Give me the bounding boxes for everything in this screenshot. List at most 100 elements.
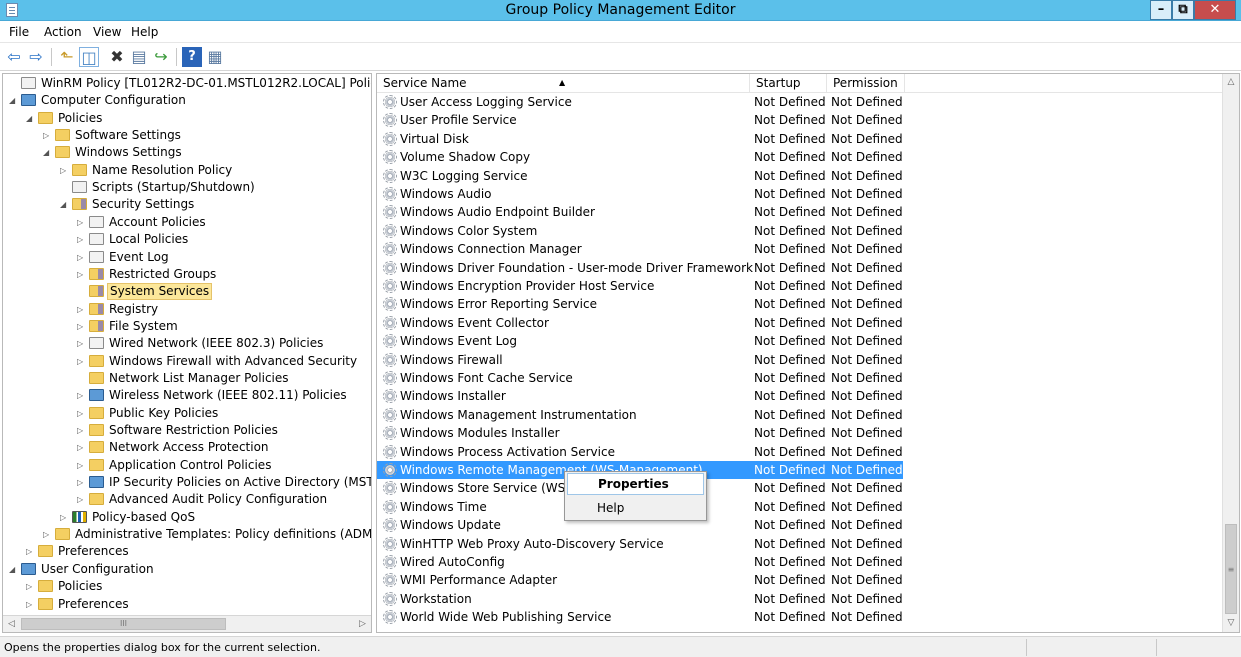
table-row[interactable]: Windows Store Service (WSService) Not Def…: [377, 479, 1222, 497]
export-list-icon[interactable]: ↪: [151, 47, 171, 67]
tree-node[interactable]: ▷ Event Log: [77, 249, 171, 266]
tree-node[interactable]: ◢ Computer Configuration: [9, 92, 188, 109]
services-list-pane[interactable]: Service Name ▲ Startup Permission User A…: [376, 73, 1240, 633]
tree-node[interactable]: ▷ Wired Network (IEEE 802.3) Policies: [77, 335, 325, 352]
expander-icon[interactable]: ▷: [77, 422, 87, 439]
table-row[interactable]: WMI Performance Adapter Not Defined Not De…: [377, 571, 1222, 589]
expander-icon[interactable]: ▷: [77, 214, 87, 231]
tree-node[interactable]: Scripts (Startup/Shutdown): [60, 179, 257, 196]
table-row[interactable]: Windows Event Collector Not Defined Not De…: [377, 314, 1222, 332]
table-row[interactable]: Windows Audio Endpoint Builder Not Define…: [377, 203, 1222, 221]
table-row[interactable]: Windows Error Reporting Service Not Defin…: [377, 295, 1222, 313]
minimize-button[interactable]: –: [1150, 0, 1172, 20]
table-row[interactable]: User Profile Service Not Defined Not Defin…: [377, 111, 1222, 129]
table-row[interactable]: WinHTTP Web Proxy Auto-Discovery Service…: [377, 535, 1222, 553]
menu-item-properties[interactable]: Properties: [567, 473, 704, 495]
console-icon[interactable]: ▦: [205, 47, 225, 67]
close-button[interactable]: ✕: [1194, 0, 1236, 20]
expander-icon[interactable]: ▷: [77, 405, 87, 422]
help-icon[interactable]: ?: [182, 47, 202, 67]
tree-node[interactable]: ▷ IP Security Policies on Active Director…: [77, 474, 371, 491]
expander-icon[interactable]: ▷: [77, 457, 87, 474]
tree-node[interactable]: ▷ Account Policies: [77, 214, 208, 231]
console-tree-pane[interactable]: WinRM Policy [TL012R2-DC-01.MSTL012R2.LO…: [2, 73, 372, 633]
tree-node[interactable]: ◢ User Configuration: [9, 561, 156, 578]
tree-node[interactable]: ▷ Administrative Templates: Policy defini…: [43, 526, 371, 543]
table-row[interactable]: Windows Update Not Defined Not Defined: [377, 516, 1222, 534]
expander-icon[interactable]: ▷: [26, 543, 36, 560]
vertical-scrollbar[interactable]: △ ≡ ▽: [1222, 74, 1239, 632]
show-hide-tree-icon[interactable]: ◫: [79, 47, 99, 67]
expander-icon[interactable]: ▷: [77, 301, 87, 318]
delete-icon[interactable]: ✖: [107, 47, 127, 67]
table-row[interactable]: W3C Logging Service Not Defined Not Define…: [377, 167, 1222, 185]
tree-node[interactable]: ▷ Policies: [26, 578, 104, 595]
table-row[interactable]: Windows Driver Foundation - User-mode Dr…: [377, 259, 1222, 277]
tree-node[interactable]: WinRM Policy [TL012R2-DC-01.MSTL012R2.LO…: [9, 75, 371, 92]
back-arrow-icon[interactable]: ⇦: [4, 47, 24, 67]
tree-node[interactable]: ▷ Wireless Network (IEEE 802.11) Policies: [77, 387, 349, 404]
expander-icon[interactable]: ▷: [77, 266, 87, 283]
tree-node[interactable]: ▷ Public Key Policies: [77, 405, 220, 422]
tree-node[interactable]: ◢ Windows Settings: [43, 144, 184, 161]
tree-node[interactable]: ▷ File System: [77, 318, 180, 335]
tree-node[interactable]: ▷ Software Settings: [43, 127, 183, 144]
tree-node[interactable]: ◢ Policies: [26, 110, 104, 127]
tree-node[interactable]: ▷ Windows Firewall with Advanced Security: [77, 353, 359, 370]
scroll-thumb[interactable]: III: [21, 618, 226, 630]
menu-file[interactable]: File: [9, 25, 29, 39]
expander-icon[interactable]: ▷: [26, 578, 36, 595]
expander-icon[interactable]: ▷: [77, 353, 87, 370]
tree-node[interactable]: ▷ Local Policies: [77, 231, 190, 248]
scroll-down-arrow[interactable]: ▽: [1223, 615, 1239, 632]
column-permission[interactable]: Permission: [827, 74, 905, 93]
tree-node[interactable]: ▷ Preferences: [26, 596, 131, 613]
maximize-button[interactable]: ⧉: [1172, 0, 1194, 20]
tree-node[interactable]: ▷ Application Control Policies: [77, 457, 273, 474]
expander-icon[interactable]: ▷: [77, 318, 87, 335]
table-row[interactable]: Windows Management Instrumentation Not De…: [377, 406, 1222, 424]
expander-icon[interactable]: ▷: [77, 491, 87, 508]
expander-icon[interactable]: ▷: [77, 231, 87, 248]
tree-node[interactable]: ▷ Advanced Audit Policy Configuration: [77, 491, 329, 508]
expander-icon[interactable]: ▷: [43, 526, 53, 543]
tree-node[interactable]: ▷ Software Restriction Policies: [77, 422, 280, 439]
table-row[interactable]: Windows Time Not Defined Not Defined: [377, 498, 1222, 516]
horizontal-scrollbar[interactable]: ◁ III ▷: [3, 615, 371, 632]
table-row[interactable]: Windows Firewall Not Defined Not Defined: [377, 351, 1222, 369]
table-row[interactable]: Virtual Disk Not Defined Not Defined: [377, 130, 1222, 148]
table-row[interactable]: Windows Encryption Provider Host Service…: [377, 277, 1222, 295]
expander-icon[interactable]: ◢: [43, 144, 53, 161]
tree-node[interactable]: ▷ Preferences: [26, 543, 131, 560]
forward-arrow-icon[interactable]: ⇨: [26, 47, 46, 67]
expander-icon[interactable]: ▷: [77, 474, 87, 491]
expander-icon[interactable]: ▷: [77, 249, 87, 266]
scroll-thumb[interactable]: ≡: [1225, 524, 1237, 614]
table-row[interactable]: World Wide Web Publishing Service Not Def…: [377, 608, 1222, 626]
table-row[interactable]: Windows Event Log Not Defined Not Defined: [377, 332, 1222, 350]
expander-icon[interactable]: ▷: [77, 335, 87, 352]
table-row[interactable]: Windows Process Activation Service Not De…: [377, 443, 1222, 461]
table-row[interactable]: Volume Shadow Copy Not Defined Not Defined: [377, 148, 1222, 166]
expander-icon[interactable]: ▷: [60, 162, 70, 179]
tree-node[interactable]: ▷ Registry: [77, 301, 160, 318]
tree-node[interactable]: Network List Manager Policies: [77, 370, 291, 387]
expander-icon[interactable]: ◢: [9, 92, 19, 109]
tree-node[interactable]: ▷ Network Access Protection: [77, 439, 271, 456]
table-row[interactable]: Windows Audio Not Defined Not Defined: [377, 185, 1222, 203]
table-row[interactable]: Windows Installer Not Defined Not Defined: [377, 387, 1222, 405]
scroll-left-arrow[interactable]: ◁: [3, 616, 20, 632]
column-service-name[interactable]: Service Name ▲: [377, 74, 750, 93]
scroll-right-arrow[interactable]: ▷: [354, 616, 371, 632]
properties-icon[interactable]: ▤: [129, 47, 149, 67]
up-folder-icon[interactable]: ⬑: [57, 47, 77, 67]
table-row[interactable]: User Access Logging Service Not Defined No…: [377, 93, 1222, 111]
expander-icon[interactable]: ▷: [77, 387, 87, 404]
menu-view[interactable]: View: [93, 25, 121, 39]
expander-icon[interactable]: ▷: [26, 596, 36, 613]
expander-icon[interactable]: ▷: [43, 127, 53, 144]
expander-icon[interactable]: ◢: [26, 110, 36, 127]
menu-action[interactable]: Action: [44, 25, 82, 39]
expander-icon[interactable]: ◢: [60, 196, 70, 213]
tree-node[interactable]: System Services: [77, 283, 213, 301]
